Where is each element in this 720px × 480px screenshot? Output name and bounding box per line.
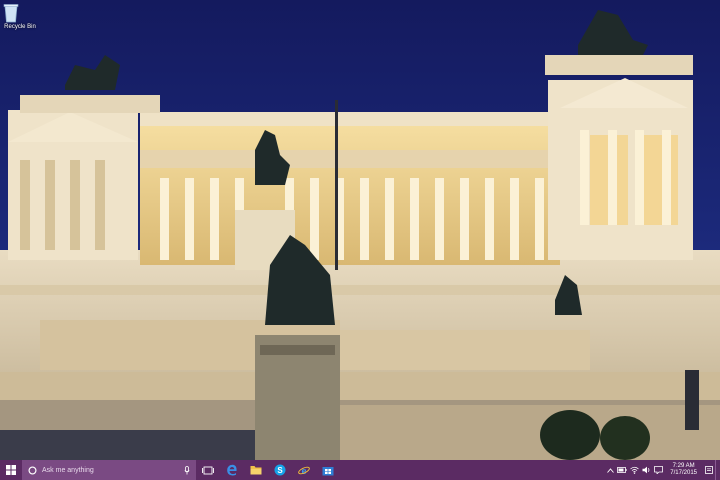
store-icon xyxy=(322,466,334,475)
skype-icon: S xyxy=(274,464,286,476)
taskbar-file-explorer[interactable] xyxy=(244,460,268,480)
show-desktop-button[interactable] xyxy=(715,460,720,480)
message-icon xyxy=(705,466,713,474)
network-icon xyxy=(630,466,639,474)
desktop-icon-recycle-bin[interactable]: Recycle Bin xyxy=(3,3,37,30)
tray-overflow[interactable] xyxy=(604,460,616,480)
tray-volume[interactable] xyxy=(640,460,652,480)
taskbar-edge[interactable] xyxy=(220,460,244,480)
clock-time: 7:29 AM xyxy=(672,463,695,469)
tray-notifications[interactable] xyxy=(652,460,664,480)
taskbar: Ask me anything S e 7:29 AM 7/17/2015 xyxy=(0,460,720,480)
folder-icon xyxy=(250,466,262,475)
chevron-up-icon xyxy=(606,467,614,473)
microphone-icon[interactable] xyxy=(184,465,190,475)
notification-icon xyxy=(653,466,663,474)
svg-text:e: e xyxy=(302,465,307,476)
tray-network[interactable] xyxy=(628,460,640,480)
taskbar-skype[interactable]: S xyxy=(268,460,292,480)
task-view-icon xyxy=(202,466,214,474)
cortana-circle-icon xyxy=(28,465,37,475)
recycle-bin-label: Recycle Bin xyxy=(4,24,36,30)
svg-text:S: S xyxy=(277,466,283,475)
recycle-bin-icon xyxy=(3,3,28,23)
system-tray: 7:29 AM 7/17/2015 xyxy=(604,460,720,480)
taskbar-task-view[interactable] xyxy=(196,460,220,480)
wallpaper-monument xyxy=(0,10,720,460)
ie-icon: e xyxy=(298,465,310,476)
tray-battery[interactable] xyxy=(616,460,628,480)
volume-icon xyxy=(642,466,650,474)
taskbar-store[interactable] xyxy=(316,460,340,480)
start-button[interactable] xyxy=(0,460,22,480)
taskbar-clock[interactable]: 7:29 AM 7/17/2015 xyxy=(664,463,703,477)
battery-icon xyxy=(617,467,627,473)
desktop-wallpaper: Recycle Bin xyxy=(0,0,720,460)
search-box[interactable]: Ask me anything xyxy=(22,460,196,480)
edge-icon xyxy=(227,464,237,476)
search-placeholder: Ask me anything xyxy=(42,466,94,474)
clock-date: 7/17/2015 xyxy=(670,470,697,476)
taskbar-internet-explorer[interactable]: e xyxy=(292,460,316,480)
windows-start-icon xyxy=(6,465,16,475)
tray-action-center[interactable] xyxy=(703,460,715,480)
